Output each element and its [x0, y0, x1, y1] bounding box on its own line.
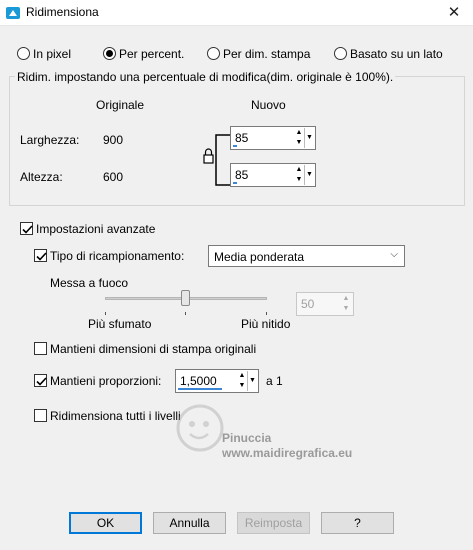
radio-label: In pixel [33, 47, 72, 61]
app-icon [6, 7, 20, 19]
height-new-value[interactable]: 85 [235, 168, 248, 182]
width-new-value[interactable]: 85 [235, 131, 248, 145]
up-arrow-icon[interactable]: ▲ [237, 371, 247, 381]
sharpen-label: Messa a fuoco [50, 276, 129, 290]
stepper-arrows[interactable]: ▲ ▼ [237, 371, 247, 391]
stepper-arrows[interactable]: ▲ ▼ [341, 294, 351, 314]
down-arrow-icon[interactable]: ▼ [294, 175, 304, 185]
width-label: Larghezza: [20, 133, 80, 147]
radio-one-side[interactable]: Basato su un lato [334, 47, 443, 61]
radio-in-pixel[interactable]: In pixel [17, 47, 71, 61]
radio-circle[interactable] [17, 47, 30, 60]
dropdown-arrow-icon[interactable]: ▼ [304, 165, 314, 185]
sharpen-value[interactable]: 50 [301, 297, 314, 311]
down-arrow-icon[interactable]: ▼ [341, 304, 351, 314]
checkbox-box[interactable] [34, 342, 47, 355]
stepper-indicator [233, 145, 237, 147]
slider-tick [185, 312, 186, 315]
title-bar: Ridimensiona ✕ [0, 0, 473, 26]
slider-max-label: Più nitido [241, 317, 291, 331]
slider-tick [266, 312, 267, 315]
checkbox-box[interactable] [34, 409, 47, 422]
radio-per-print-size[interactable]: Per dim. stampa [207, 47, 310, 61]
watermark-line1: Pinuccia [222, 431, 272, 445]
radio-circle[interactable] [103, 47, 116, 60]
checkbox-label: Tipo di ricampionamento: [50, 249, 185, 263]
stepper-arrows[interactable]: ▲ ▼ [294, 165, 304, 185]
select-value: Media ponderata [214, 250, 305, 264]
radio-label: Basato su un lato [350, 47, 443, 61]
radio-circle[interactable] [207, 47, 220, 60]
up-arrow-icon[interactable]: ▲ [294, 165, 304, 175]
chevron-down-icon: ⌵ [390, 249, 398, 260]
stepper-indicator [178, 388, 222, 390]
checkbox-label: Impostazioni avanzate [36, 222, 156, 236]
group-legend: Ridim. impostando una percentuale di mod… [15, 70, 396, 84]
radio-label: Per percent. [119, 47, 185, 61]
ok-button[interactable]: OK [69, 512, 142, 534]
checkbox-box[interactable] [34, 374, 47, 387]
height-label: Altezza: [20, 170, 63, 184]
slider-tick [105, 312, 106, 315]
slider-min-label: Più sfumato [88, 317, 152, 331]
cancel-button[interactable]: Annulla [153, 512, 226, 534]
resample-type-select[interactable]: Media ponderata ⌵ [208, 245, 405, 267]
up-arrow-icon[interactable]: ▲ [294, 128, 304, 138]
column-new: Nuovo [251, 98, 286, 112]
reset-button[interactable]: Reimposta [237, 512, 310, 534]
resize-all-layers-checkbox[interactable]: Ridimensiona tutti i livelli [34, 409, 181, 423]
dropdown-arrow-icon[interactable]: ▼ [247, 371, 257, 391]
checkbox-label: Mantieni dimensioni di stampa originali [50, 342, 257, 356]
up-arrow-icon[interactable]: ▲ [341, 294, 351, 304]
height-original: 600 [103, 170, 124, 184]
close-icon[interactable]: ✕ [435, 0, 473, 26]
checkbox-box[interactable] [34, 249, 47, 262]
sharpen-slider-thumb[interactable] [181, 290, 190, 306]
stepper-arrows[interactable]: ▲ ▼ [294, 128, 304, 148]
stepper-indicator [233, 182, 237, 184]
down-arrow-icon[interactable]: ▼ [237, 381, 247, 391]
width-new-stepper[interactable]: 85 ▲ ▼ ▼ [230, 126, 316, 150]
ratio-value[interactable]: 1,5000 [180, 374, 217, 388]
radio-circle[interactable] [334, 47, 347, 60]
keep-print-size-checkbox[interactable]: Mantieni dimensioni di stampa originali [34, 342, 256, 356]
column-original: Originale [96, 98, 145, 112]
checkbox-label: Mantieni proporzioni: [50, 374, 162, 388]
width-original: 900 [103, 133, 124, 147]
checkbox-box[interactable] [20, 222, 33, 235]
radio-per-percent[interactable]: Per percent. [103, 47, 184, 61]
watermark-line2: www.maidiregrafica.eu [222, 446, 353, 460]
help-button[interactable]: ? [321, 512, 394, 534]
ratio-suffix: a 1 [266, 374, 283, 388]
sharpen-value-stepper[interactable]: 50 ▲ ▼ [296, 292, 354, 316]
radio-label: Per dim. stampa [223, 47, 311, 61]
lock-icon[interactable] [200, 131, 232, 189]
ratio-stepper[interactable]: 1,5000 ▲ ▼ ▼ [175, 369, 259, 393]
down-arrow-icon[interactable]: ▼ [294, 138, 304, 148]
advanced-settings-checkbox[interactable]: Impostazioni avanzate [20, 222, 155, 236]
window-title: Ridimensiona [26, 5, 99, 19]
checkbox-label: Ridimensiona tutti i livelli [50, 409, 181, 423]
height-new-stepper[interactable]: 85 ▲ ▼ ▼ [230, 163, 316, 187]
resample-checkbox[interactable]: Tipo di ricampionamento: [34, 249, 184, 263]
keep-ratio-checkbox[interactable]: Mantieni proporzioni: [34, 374, 161, 388]
dropdown-arrow-icon[interactable]: ▼ [304, 128, 314, 148]
